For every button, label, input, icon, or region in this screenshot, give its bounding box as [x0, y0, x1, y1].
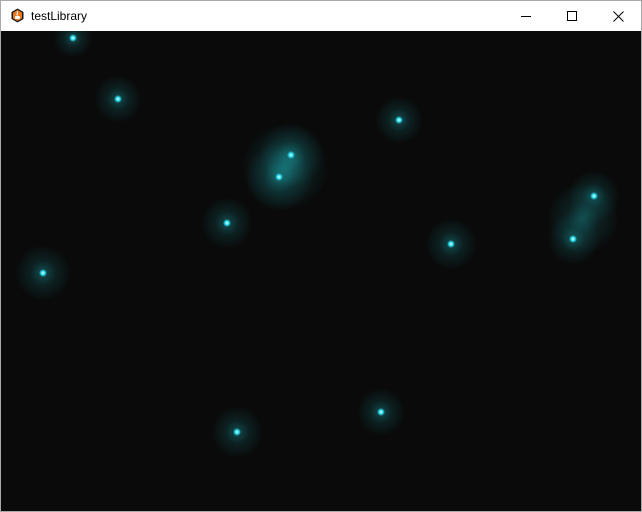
glowing-particle-icon: [211, 406, 263, 458]
particle-field: [15, 31, 620, 458]
glowing-particle-icon: [375, 96, 423, 144]
app-window: testLibrary: [0, 0, 642, 512]
maximize-button[interactable]: [549, 1, 595, 31]
window-title: testLibrary: [31, 9, 88, 23]
glowing-particle-icon: [201, 197, 253, 249]
title-bar[interactable]: testLibrary: [1, 1, 641, 31]
glowing-particle-icon: [94, 75, 142, 123]
render-canvas[interactable]: [1, 31, 641, 511]
minimize-icon: [521, 16, 531, 17]
glowing-particle-icon: [15, 245, 71, 301]
glowing-particle-icon: [245, 143, 313, 211]
close-button[interactable]: [595, 1, 641, 31]
java-cup-icon: [10, 8, 25, 23]
minimize-button[interactable]: [503, 1, 549, 31]
maximize-icon: [567, 11, 577, 21]
glowing-particle-icon: [53, 31, 93, 58]
glowing-particle-icon: [425, 218, 477, 270]
close-icon: [612, 10, 624, 22]
glowing-particle-icon: [357, 388, 405, 436]
glowing-particle-icon: [547, 213, 599, 265]
